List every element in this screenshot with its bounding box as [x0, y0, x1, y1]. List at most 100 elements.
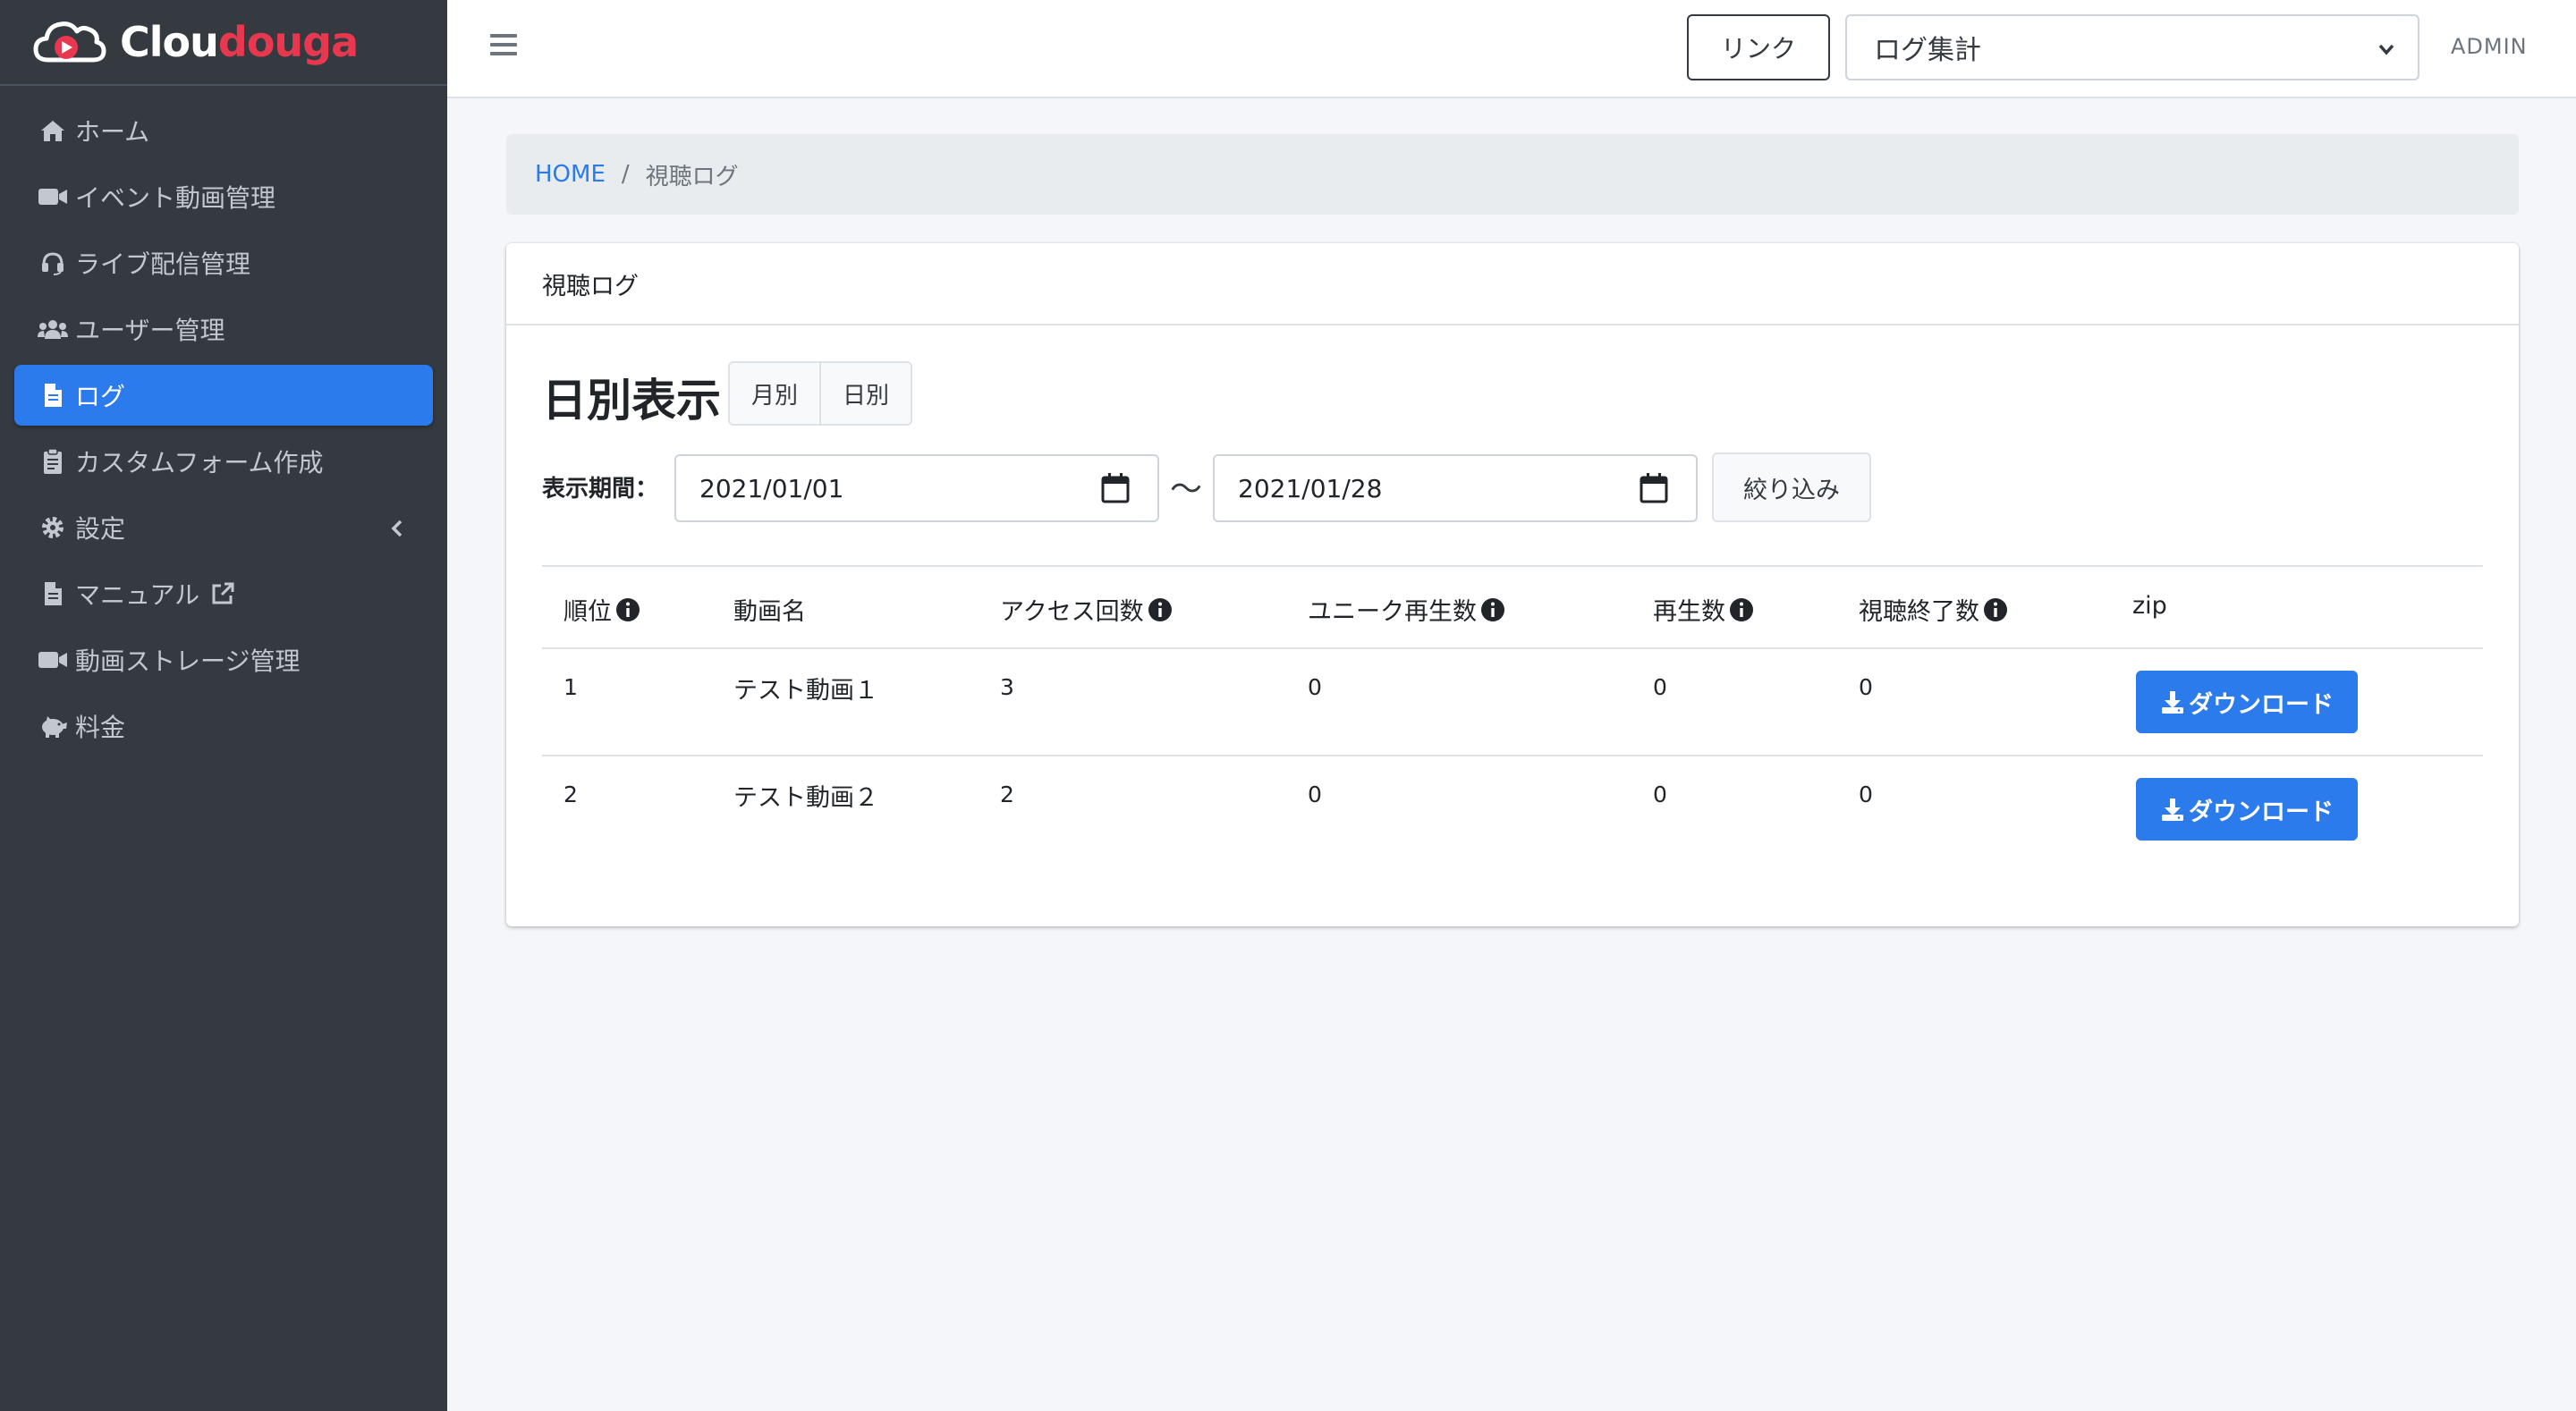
column-header-label: zip [2132, 592, 2167, 620]
period-label: 表示期間： [542, 476, 659, 503]
cell-access-count: 2 [1000, 782, 1014, 807]
card-header: 視聴ログ [506, 243, 2519, 325]
table-header-row: 順位 動画名 アクセス回数 ユニーク再生数 再生数 視聴終了数 zip [542, 565, 2483, 647]
view-log-card: 視聴ログ 日別表示 月別 日別 表示期間： 2021/01/01 〜 2021/… [506, 243, 2519, 926]
daily-button[interactable]: 日別 [819, 363, 911, 424]
sidebar-item-live[interactable]: ライブ配信管理 [14, 232, 433, 293]
gear-icon [38, 514, 68, 541]
video-camera-icon [38, 183, 68, 210]
column-header-rank: 順位 [564, 592, 640, 627]
download-icon [2162, 798, 2183, 821]
sidebar-item-home[interactable]: ホーム [14, 100, 433, 161]
column-header-video-name: 動画名 [733, 592, 806, 627]
cloud-play-logo-icon [30, 13, 107, 71]
external-link-icon [210, 581, 235, 606]
column-header-unique-plays: ユニーク再生数 [1308, 592, 1505, 627]
file-icon [38, 580, 68, 607]
cell-finished: 0 [1859, 674, 1873, 700]
log-select[interactable]: ログ集計 [1845, 14, 2419, 80]
sidebar-item-label: 設定 [75, 514, 126, 544]
end-date-input[interactable]: 2021/01/28 [1213, 454, 1698, 522]
cell-plays: 0 [1653, 674, 1667, 700]
cell-video-name: テスト動画２ [733, 784, 878, 812]
home-icon [38, 117, 68, 144]
sidebar-nav: ホーム イベント動画管理 ライブ配信管理 ユーザー管理 ログ カスタムフォーム作… [0, 86, 447, 756]
column-header-label: 視聴終了数 [1859, 598, 1979, 626]
column-header-finished: 視聴終了数 [1859, 592, 2008, 627]
monthly-button[interactable]: 月別 [730, 363, 819, 424]
sidebar-item-label: イベント動画管理 [75, 183, 276, 213]
breadcrumb-current: 視聴ログ [645, 163, 739, 190]
video-camera-icon [38, 646, 68, 673]
link-button[interactable]: リンク [1687, 14, 1830, 80]
sidebar-item-custom-form[interactable]: カスタムフォーム作成 [14, 431, 433, 492]
start-date-input[interactable]: 2021/01/01 [674, 454, 1159, 522]
column-header-label: 順位 [564, 598, 612, 626]
sidebar-item-log[interactable]: ログ [14, 365, 433, 426]
breadcrumb: HOME / 視聴ログ [506, 134, 2519, 215]
hamburger-menu-icon[interactable] [490, 34, 517, 61]
download-label: ダウンロード [2189, 798, 2334, 826]
users-icon [38, 316, 68, 342]
info-icon[interactable] [1480, 597, 1505, 622]
column-header-label: ユニーク再生数 [1308, 598, 1477, 626]
date-range-separator: 〜 [1170, 471, 1203, 508]
column-header-label: 動画名 [733, 598, 806, 626]
download-button[interactable]: ダウンロード [2136, 778, 2358, 841]
cell-unique-plays: 0 [1308, 674, 1322, 700]
column-header-access-count: アクセス回数 [1000, 592, 1173, 627]
brand[interactable]: Cloudouga [0, 0, 447, 86]
info-icon[interactable] [1983, 597, 2008, 622]
file-icon [38, 382, 68, 409]
filter-button[interactable]: 絞り込み [1712, 452, 1871, 522]
sidebar-item-label: 動画ストレージ管理 [75, 646, 301, 676]
sidebar-item-users[interactable]: ユーザー管理 [14, 299, 433, 359]
column-header-plays: 再生数 [1653, 592, 1754, 627]
cell-video-name: テスト動画１ [733, 677, 878, 705]
column-header-zip: zip [2132, 592, 2167, 620]
sidebar-item-label: ログ [75, 382, 126, 411]
chevron-down-icon [2377, 36, 2396, 70]
sidebar-item-label: ホーム [75, 117, 150, 147]
table-row: 2 テスト動画２ 2 0 0 0 ダウンロード [542, 755, 2483, 862]
sidebar-item-label: マニュアル [75, 580, 200, 610]
view-title: 日別表示 [542, 375, 721, 427]
log-table: 順位 動画名 アクセス回数 ユニーク再生数 再生数 視聴終了数 zip 1 テス… [542, 565, 2483, 862]
table-row: 1 テスト動画１ 3 0 0 0 ダウンロード [542, 647, 2483, 755]
sidebar-item-pricing[interactable]: 料金 [14, 696, 433, 756]
info-icon[interactable] [1148, 597, 1173, 622]
piggy-bank-icon [38, 713, 68, 739]
cell-rank: 2 [564, 782, 578, 807]
sidebar-item-settings[interactable]: 設定 [14, 497, 433, 558]
sidebar-item-label: 料金 [75, 713, 126, 742]
end-date-value: 2021/01/28 [1238, 473, 1383, 503]
download-icon [2162, 691, 2183, 714]
sidebar-item-event-videos[interactable]: イベント動画管理 [14, 166, 433, 227]
sidebar-item-storage[interactable]: 動画ストレージ管理 [14, 629, 433, 690]
breadcrumb-home-link[interactable]: HOME [535, 161, 606, 188]
column-header-label: アクセス回数 [1000, 598, 1144, 626]
user-name[interactable]: ADMIN [2451, 34, 2528, 59]
sidebar: Cloudouga ホーム イベント動画管理 ライブ配信管理 ユーザー管理 ログ… [0, 0, 447, 1411]
clipboard-icon [38, 448, 68, 475]
sidebar-item-manual[interactable]: マニュアル [14, 563, 433, 624]
cell-access-count: 3 [1000, 674, 1014, 700]
period-toggle: 月別 日別 [728, 361, 913, 426]
calendar-icon[interactable] [1639, 472, 1669, 511]
calendar-icon[interactable] [1100, 472, 1131, 511]
column-header-label: 再生数 [1653, 598, 1725, 626]
cell-unique-plays: 0 [1308, 782, 1322, 807]
start-date-value: 2021/01/01 [699, 473, 844, 503]
brand-name: Cloudouga [120, 18, 359, 66]
log-select-value: ログ集計 [1874, 35, 1981, 66]
cell-finished: 0 [1859, 782, 1873, 807]
info-icon[interactable] [615, 597, 640, 622]
download-button[interactable]: ダウンロード [2136, 671, 2358, 733]
sidebar-item-label: ユーザー管理 [75, 316, 225, 345]
breadcrumb-separator: / [621, 161, 630, 188]
topbar: リンク ログ集計 ADMIN [447, 0, 2576, 98]
chevron-left-icon [390, 516, 404, 545]
cell-rank: 1 [564, 674, 578, 700]
sidebar-item-label: カスタムフォーム作成 [75, 448, 324, 477]
info-icon[interactable] [1729, 597, 1754, 622]
